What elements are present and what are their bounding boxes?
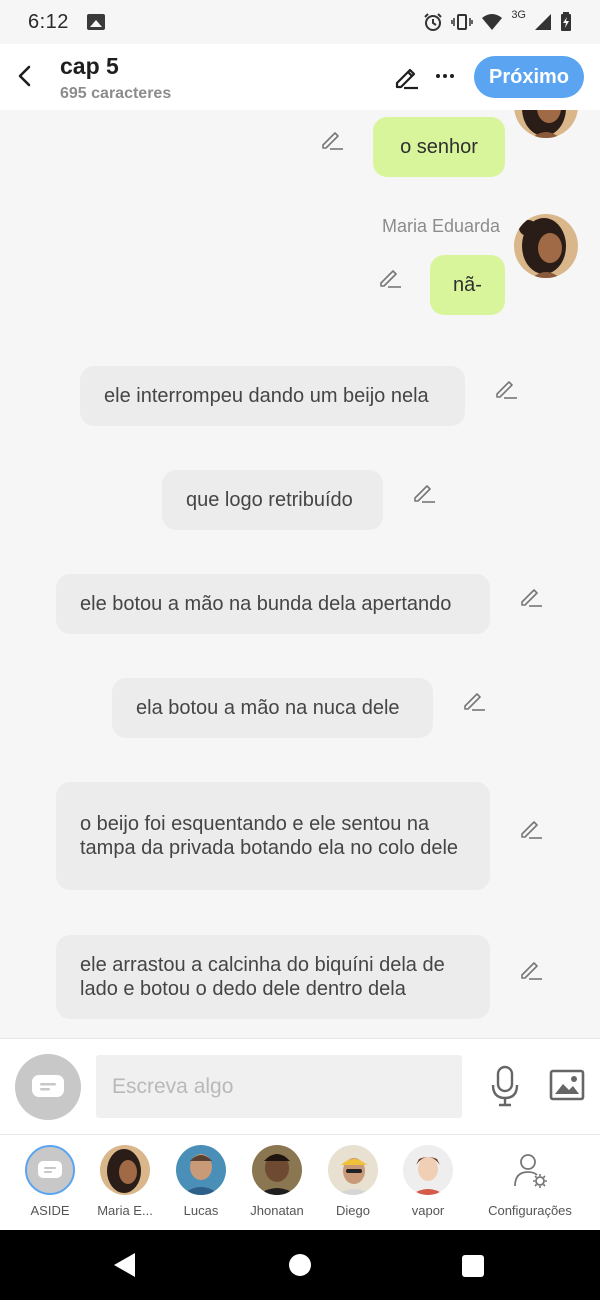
battery-icon [561, 12, 571, 31]
pencil-icon [322, 132, 343, 150]
pencil-icon [414, 485, 435, 503]
system-nav-bar [0, 1230, 600, 1300]
vibrate-icon [451, 14, 474, 30]
image-upload-button[interactable] [549, 1068, 585, 1102]
back-triangle-icon[interactable] [114, 1253, 135, 1277]
story-chat[interactable]: o senhor Maria Eduarda nã- ele interromp… [0, 110, 600, 1038]
more-options-button[interactable] [433, 62, 457, 90]
pencil-icon [380, 270, 401, 288]
edit-message-button[interactable] [494, 376, 518, 400]
narration-message[interactable]: ela botou a mão na nuca dele [112, 678, 433, 738]
avatar [100, 1145, 150, 1195]
chat-bubble-icon [32, 1075, 64, 1097]
edit-message-button[interactable] [412, 480, 436, 504]
settings-icon-wrap [505, 1145, 555, 1195]
pencil-icon [521, 821, 542, 839]
narration-message[interactable]: ele arrastou a calcinha do biquíni dela … [56, 935, 490, 1019]
compose-bar [0, 1038, 600, 1134]
aside-avatar [25, 1145, 75, 1195]
pencil-icon [464, 693, 485, 711]
chapter-title: cap 5 [60, 53, 119, 79]
character-label: Diego [336, 1203, 370, 1218]
network-type: 3G [511, 9, 526, 21]
chat-bubble-icon [38, 1161, 62, 1178]
dot-icon [450, 74, 454, 78]
character-label: Jhonatan [250, 1203, 304, 1218]
character-maria-eduarda[interactable]: Maria E... [87, 1145, 163, 1218]
avatar [403, 1145, 453, 1195]
next-button[interactable]: Próximo [474, 56, 584, 98]
chevron-left-icon [18, 65, 31, 87]
avatar-maria-eduarda[interactable] [514, 110, 578, 138]
character-message[interactable]: nã- [430, 255, 505, 315]
avatar [328, 1145, 378, 1195]
aside-toggle-button[interactable] [15, 1054, 81, 1120]
screen: 6:12 3G cap 5 695 caracteres Próximo o s… [0, 0, 600, 1300]
edit-message-button[interactable] [462, 688, 486, 712]
narration-message[interactable]: ele interrompeu dando um beijo nela [80, 366, 465, 426]
pencil-icon [395, 68, 418, 90]
character-aside[interactable]: ASIDE [12, 1145, 88, 1218]
signal-icon [535, 14, 551, 30]
status-bar: 6:12 3G [0, 0, 600, 44]
status-time: 6:12 [28, 10, 69, 33]
avatar-maria-eduarda[interactable] [514, 214, 578, 278]
user-settings-icon [514, 1154, 547, 1188]
pencil-icon [521, 589, 542, 607]
sender-name: Maria Eduarda [382, 216, 501, 236]
avatar [252, 1145, 302, 1195]
wifi-icon [482, 14, 503, 30]
pencil-icon [521, 962, 542, 980]
edit-message-button[interactable] [519, 957, 543, 981]
chapter-header: cap 5 695 caracteres Próximo [0, 44, 600, 110]
settings-label: Configurações [488, 1203, 572, 1218]
narration-message[interactable]: o beijo foi esquentando e ele sentou na … [56, 782, 490, 890]
character-jhonatan[interactable]: Jhonatan [239, 1145, 315, 1218]
narration-message[interactable]: ele botou a mão na bunda dela apertando [56, 574, 490, 634]
settings-button[interactable]: Configurações [484, 1145, 576, 1218]
dot-icon [443, 74, 447, 78]
character-lucas[interactable]: Lucas [163, 1145, 239, 1218]
character-label: ASIDE [30, 1203, 70, 1218]
character-bar: ASIDE Maria E... Lucas Jhonatan Diego va… [0, 1134, 600, 1230]
edit-message-button[interactable] [378, 265, 402, 289]
character-label: Lucas [183, 1203, 219, 1218]
character-vapor[interactable]: vapor [390, 1145, 466, 1218]
character-label: Maria E... [97, 1203, 153, 1218]
narration-message[interactable]: que logo retribuído [162, 470, 383, 530]
microphone-button[interactable] [490, 1065, 520, 1107]
microphone-icon [491, 1065, 519, 1107]
edit-message-button[interactable] [320, 127, 344, 151]
home-circle-icon[interactable] [289, 1254, 311, 1276]
character-count: 695 caracteres [60, 85, 172, 102]
alarm-icon [424, 13, 443, 31]
character-label: vapor [411, 1203, 445, 1218]
edit-message-button[interactable] [519, 816, 543, 840]
message-input[interactable] [96, 1055, 462, 1118]
back-button[interactable] [10, 60, 38, 92]
character-diego[interactable]: Diego [315, 1145, 391, 1218]
recents-square-icon[interactable] [462, 1255, 484, 1277]
dot-icon [436, 74, 440, 78]
image-icon [549, 1069, 585, 1101]
edit-message-button[interactable] [519, 584, 543, 608]
avatar [176, 1145, 226, 1195]
image-notification-icon [86, 14, 105, 30]
pencil-icon [496, 381, 517, 399]
character-message[interactable]: o senhor [373, 117, 505, 177]
status-icons: 3G [423, 0, 572, 44]
edit-title-button[interactable] [392, 62, 420, 90]
